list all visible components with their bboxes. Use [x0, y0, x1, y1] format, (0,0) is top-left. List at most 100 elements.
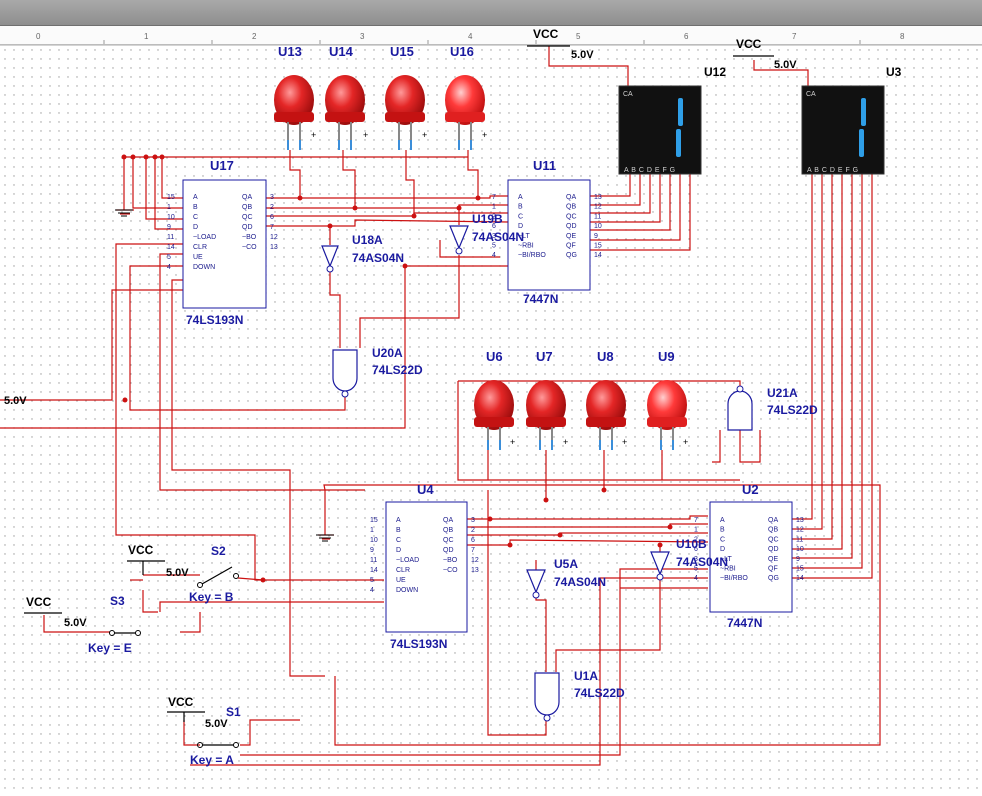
pin-label: UE [193, 254, 203, 261]
ruler-ticks: 0 1 2 3 4 5 6 7 8 [36, 32, 905, 44]
svg-text:CA: CA [806, 91, 816, 98]
side-voltage-label: 5.0V [4, 395, 27, 407]
pin-label: CLR [193, 244, 207, 251]
pin-label: QB [443, 527, 453, 534]
pin-label: ~BI/RBO [518, 252, 546, 259]
pin-number: 11 [594, 213, 601, 220]
pin-number: 9 [796, 556, 800, 563]
pin-number: 4 [167, 264, 171, 271]
vcc-voltage: 5.0V [166, 567, 189, 579]
pin-label: QC [768, 536, 779, 543]
pin-number: 13 [471, 567, 479, 574]
display-pin-labels: A B C D E F G [624, 167, 676, 174]
pin-label: DOWN [396, 587, 418, 594]
ruler-tick-label: 7 [792, 32, 797, 41]
pin-number: 6 [270, 214, 274, 221]
pin-label: QA [768, 517, 778, 524]
pin-label: B [720, 527, 725, 534]
chip-u17[interactable]: U17 74LS193N 15 A 1 B 10 C 9 D 11 ~LOAD 14 CLR 5 UE 4 D… [167, 158, 278, 327]
switch-key: Key = B [189, 590, 234, 604]
chip-part: 74LS193N [390, 637, 447, 651]
pin-label: ~BI/RBO [720, 575, 748, 582]
pin-number: 15 [167, 194, 175, 201]
pin-label: QF [566, 243, 576, 250]
pin-number: 9 [167, 224, 171, 231]
vcc-voltage: 5.0V [774, 59, 797, 71]
pin-number: 1 [370, 527, 374, 534]
led-ref: U13 [278, 44, 302, 59]
pin-label: C [193, 214, 198, 221]
gate-part: 74LS22D [372, 363, 423, 377]
pin-number: 15 [796, 566, 804, 573]
pin-number: 13 [270, 244, 278, 251]
pin-label: QB [768, 527, 778, 534]
ruler-tick-label: 5 [576, 32, 581, 41]
pin-label: D [720, 546, 725, 553]
pin-label: ~LOAD [396, 557, 419, 564]
pin-label: QG [768, 575, 779, 582]
schematic-canvas[interactable]: 012345678 VCC 5.0V VCC 5.0V VCC 5.0V VCC… [0, 0, 982, 796]
ruler-tick-label: 8 [900, 32, 905, 41]
pin-number: 12 [594, 204, 602, 211]
pin-number: 6 [471, 537, 475, 544]
pin-number: 1 [694, 527, 698, 534]
led-ref: U6 [486, 349, 503, 364]
vcc-voltage: 5.0V [571, 49, 594, 61]
switch-key: Key = A [190, 753, 234, 767]
ruler-tick-label: 2 [252, 32, 257, 41]
pin-label: QE [768, 556, 778, 563]
pin-number: 3 [471, 517, 475, 524]
pin-label: A [518, 194, 523, 201]
pin-number: 11 [167, 234, 174, 241]
chip-u4[interactable]: U4 74LS193N 15 A 1 B 10 C 9 D 11 ~LOAD 14 CLR 5 UE 4 DO… [370, 482, 479, 651]
vcc-voltage: 5.0V [205, 718, 228, 730]
pin-number: 10 [796, 546, 804, 553]
pin-number: 10 [167, 214, 175, 221]
pin-number: 13 [594, 194, 602, 201]
pin-label: QB [242, 204, 252, 211]
chip-part: 74LS193N [186, 313, 243, 327]
svg-text:+: + [363, 130, 368, 140]
ruler-tick-label: 3 [360, 32, 365, 41]
gate-ref: U5A [554, 557, 578, 571]
pin-number: 10 [594, 223, 602, 230]
pin-label: QA [566, 194, 576, 201]
gate-ref: U21A [767, 386, 798, 400]
pin-label: QF [768, 566, 778, 573]
vcc-label: VCC [736, 37, 762, 51]
pin-label: ~CO [242, 244, 257, 251]
ruler-tick-label: 6 [684, 32, 689, 41]
svg-text:+: + [482, 130, 487, 140]
pin-label: C [396, 537, 401, 544]
gate-part: 74LS22D [574, 686, 625, 700]
gate-part: 74AS04N [352, 251, 404, 265]
display-ref: U12 [704, 65, 726, 79]
pin-label: D [396, 547, 401, 554]
chip-ref: U11 [533, 158, 556, 173]
switch-ref: S1 [226, 705, 241, 719]
pin-number: 11 [796, 536, 803, 543]
pin-number: 7 [471, 547, 475, 554]
gate-part: 74LS22D [767, 403, 818, 417]
switch-key: Key = E [88, 641, 132, 655]
gate-ref: U19B [472, 212, 503, 226]
pin-number: 10 [370, 537, 378, 544]
pin-number: 12 [471, 557, 479, 564]
svg-text:+: + [563, 437, 568, 447]
pin-number: 3 [270, 194, 274, 201]
pin-label: QE [566, 233, 576, 240]
pin-label: C [518, 213, 523, 220]
led-ref: U7 [536, 349, 553, 364]
display-ref: U3 [886, 65, 902, 79]
svg-text:CA: CA [623, 91, 633, 98]
pin-number: 12 [796, 527, 804, 534]
pin-number: 14 [167, 244, 175, 251]
pin-label: QD [443, 547, 454, 554]
pin-number: 7 [270, 224, 274, 231]
pin-number: 5 [167, 254, 171, 261]
pin-number: 4 [492, 252, 496, 259]
pin-number: 11 [370, 557, 377, 564]
ruler-tick-label: 4 [468, 32, 473, 41]
pin-label: QC [242, 214, 253, 221]
pin-label: CLR [396, 567, 410, 574]
